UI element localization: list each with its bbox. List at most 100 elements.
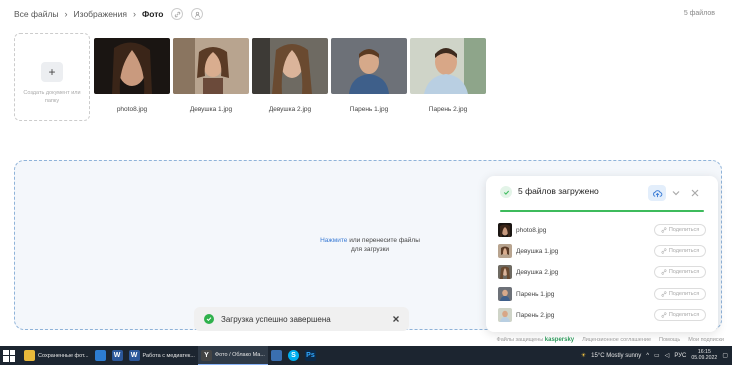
footer-help-link[interactable]: Помощь — [659, 337, 680, 343]
toast-message: Загрузка успешно завершена — [221, 314, 331, 324]
share-users-icon[interactable] — [191, 8, 204, 20]
share-button[interactable]: Поделиться — [654, 288, 706, 300]
chevron-down-icon[interactable] — [671, 188, 681, 198]
plus-icon: + — [41, 62, 63, 82]
file-thumbnail-mini — [498, 223, 512, 237]
file-name: Девушка 1.jpg — [189, 106, 233, 113]
footer-license-link[interactable]: Лицензионное соглашение — [582, 337, 651, 343]
upload-hint: Нажмите или перенесите файлы для загрузк… — [315, 236, 425, 254]
check-icon — [204, 314, 214, 324]
file-name: Парень 1.jpg — [516, 290, 555, 298]
share-label: Поделиться — [668, 248, 700, 254]
upload-panel-title: 5 файлов загружено — [518, 186, 599, 196]
list-item: Парень 2.jpg Поделиться — [498, 307, 706, 323]
create-document-tile[interactable]: + Создать документ или папку — [14, 33, 90, 121]
share-button[interactable]: Поделиться — [654, 245, 706, 257]
cloud-upload-icon — [652, 189, 662, 197]
taskbar-item-skype[interactable]: S — [285, 346, 302, 365]
link-icon[interactable] — [171, 8, 184, 20]
photo-image — [173, 38, 249, 94]
system-tray: ☀ 15°C Mostly sunny ^ ▭ ◁ РУС 16:15 05.0… — [581, 346, 728, 365]
check-icon — [500, 186, 512, 198]
link-icon — [661, 269, 667, 275]
taskbar-item-label: Фото / Облако Ма... — [214, 352, 265, 358]
list-item: Девушка 1.jpg Поделиться — [498, 243, 706, 259]
file-thumbnail-mini — [498, 287, 512, 301]
file-name: Девушка 2.jpg — [268, 106, 312, 113]
file-thumbnail[interactable]: Девушка 2.jpg — [252, 38, 328, 113]
list-item: Девушка 2.jpg Поделиться — [498, 264, 706, 280]
kaspersky-logo[interactable]: kaspersky — [545, 337, 574, 343]
footer-protected: Файлы защищены kaspersky — [496, 337, 575, 343]
yandex-browser-icon: Y — [200, 349, 212, 361]
taskbar-item-label: Работа с медиатек... — [142, 352, 195, 359]
upload-link[interactable]: Нажмите — [320, 237, 347, 244]
close-icon[interactable] — [690, 188, 700, 198]
file-thumbnail-mini — [498, 308, 512, 322]
taskbar-item-mail[interactable] — [92, 346, 109, 365]
weather-icon: ☀ — [580, 353, 587, 359]
network-icon[interactable]: ▭ — [654, 352, 660, 359]
taskbar-item-photos[interactable] — [268, 346, 285, 365]
upload-hint-text: или перенесите файлы для загрузки — [347, 237, 420, 254]
file-thumbnail-mini — [498, 244, 512, 258]
file-name: photo8.jpg — [116, 106, 148, 113]
volume-icon[interactable]: ◁ — [665, 352, 670, 359]
chevron-right-icon: › — [64, 9, 68, 19]
chevron-up-icon[interactable]: ^ — [646, 353, 649, 359]
share-button[interactable]: Поделиться — [654, 309, 706, 321]
clock-date: 05.09.2022 — [691, 354, 718, 361]
link-icon — [661, 227, 667, 233]
breadcrumb-root[interactable]: Все файлы — [14, 9, 59, 19]
file-name: Девушка 1.jpg — [516, 247, 559, 255]
word-icon: W — [128, 350, 140, 361]
upload-panel-header: 5 файлов загружено — [486, 176, 718, 210]
notifications-icon[interactable]: ▢ — [722, 352, 728, 359]
photos-icon — [270, 350, 282, 361]
list-item: photo8.jpg Поделиться — [498, 222, 706, 238]
file-name: Парень 2.jpg — [516, 311, 555, 319]
file-thumbnail[interactable]: photo8.jpg — [94, 38, 170, 113]
taskbar-item-word[interactable]: W Работа с медиатек... — [126, 346, 198, 365]
taskbar-item-browser[interactable]: Y Фото / Облако Ма... — [197, 346, 268, 365]
share-button[interactable]: Поделиться — [654, 266, 706, 278]
file-name: photo8.jpg — [516, 226, 547, 234]
weather-text[interactable]: 15°C Mostly sunny — [591, 353, 641, 359]
share-button[interactable]: Поделиться — [654, 224, 706, 236]
upload-panel: 5 файлов загружено photo8.jpg Поделиться… — [486, 176, 718, 332]
breadcrumb-parent[interactable]: Изображения — [74, 9, 127, 19]
skype-icon: S — [287, 350, 299, 361]
photo-image — [331, 38, 407, 94]
footer-subscriptions-link[interactable]: Мои подписки — [688, 337, 724, 343]
taskbar: Сохраненные фот... W W Работа с медиатек… — [0, 346, 732, 365]
cloud-upload-button[interactable] — [648, 185, 666, 201]
link-icon — [661, 312, 667, 318]
file-thumbnail[interactable]: Девушка 1.jpg — [173, 38, 249, 113]
taskbar-item-word-ribbon[interactable]: W — [109, 346, 126, 365]
close-icon[interactable] — [391, 314, 401, 324]
share-label: Поделиться — [668, 291, 700, 297]
upload-progress-bar — [500, 210, 704, 212]
taskbar-item-explorer[interactable]: Сохраненные фот... — [21, 346, 92, 365]
footer: Файлы защищены kaspersky Лицензионное со… — [497, 337, 724, 343]
windows-start-icon[interactable] — [3, 349, 15, 362]
file-thumbnail[interactable]: Парень 2.jpg — [410, 38, 486, 113]
list-item: Парень 1.jpg Поделиться — [498, 286, 706, 302]
photo-image — [252, 38, 328, 94]
create-document-label: Создать документ или папку — [23, 90, 81, 104]
file-thumbnail[interactable]: Парень 1.jpg — [331, 38, 407, 113]
link-icon — [661, 291, 667, 297]
clock[interactable]: 16:15 05.09.2022 — [691, 349, 718, 362]
photoshop-icon: Ps — [304, 350, 316, 361]
file-name: Парень 1.jpg — [349, 106, 389, 113]
photo-image — [94, 38, 170, 94]
file-name: Парень 2.jpg — [428, 106, 468, 113]
taskbar-item-photoshop[interactable]: Ps — [302, 346, 319, 365]
language-indicator[interactable]: РУС — [674, 353, 686, 359]
breadcrumb: Все файлы › Изображения › Фото — [14, 8, 204, 20]
page-title: Фото — [141, 9, 164, 19]
share-label: Поделиться — [668, 312, 700, 318]
chevron-right-icon: › — [132, 9, 136, 19]
word-icon: W — [111, 350, 123, 361]
folder-icon — [24, 350, 35, 361]
